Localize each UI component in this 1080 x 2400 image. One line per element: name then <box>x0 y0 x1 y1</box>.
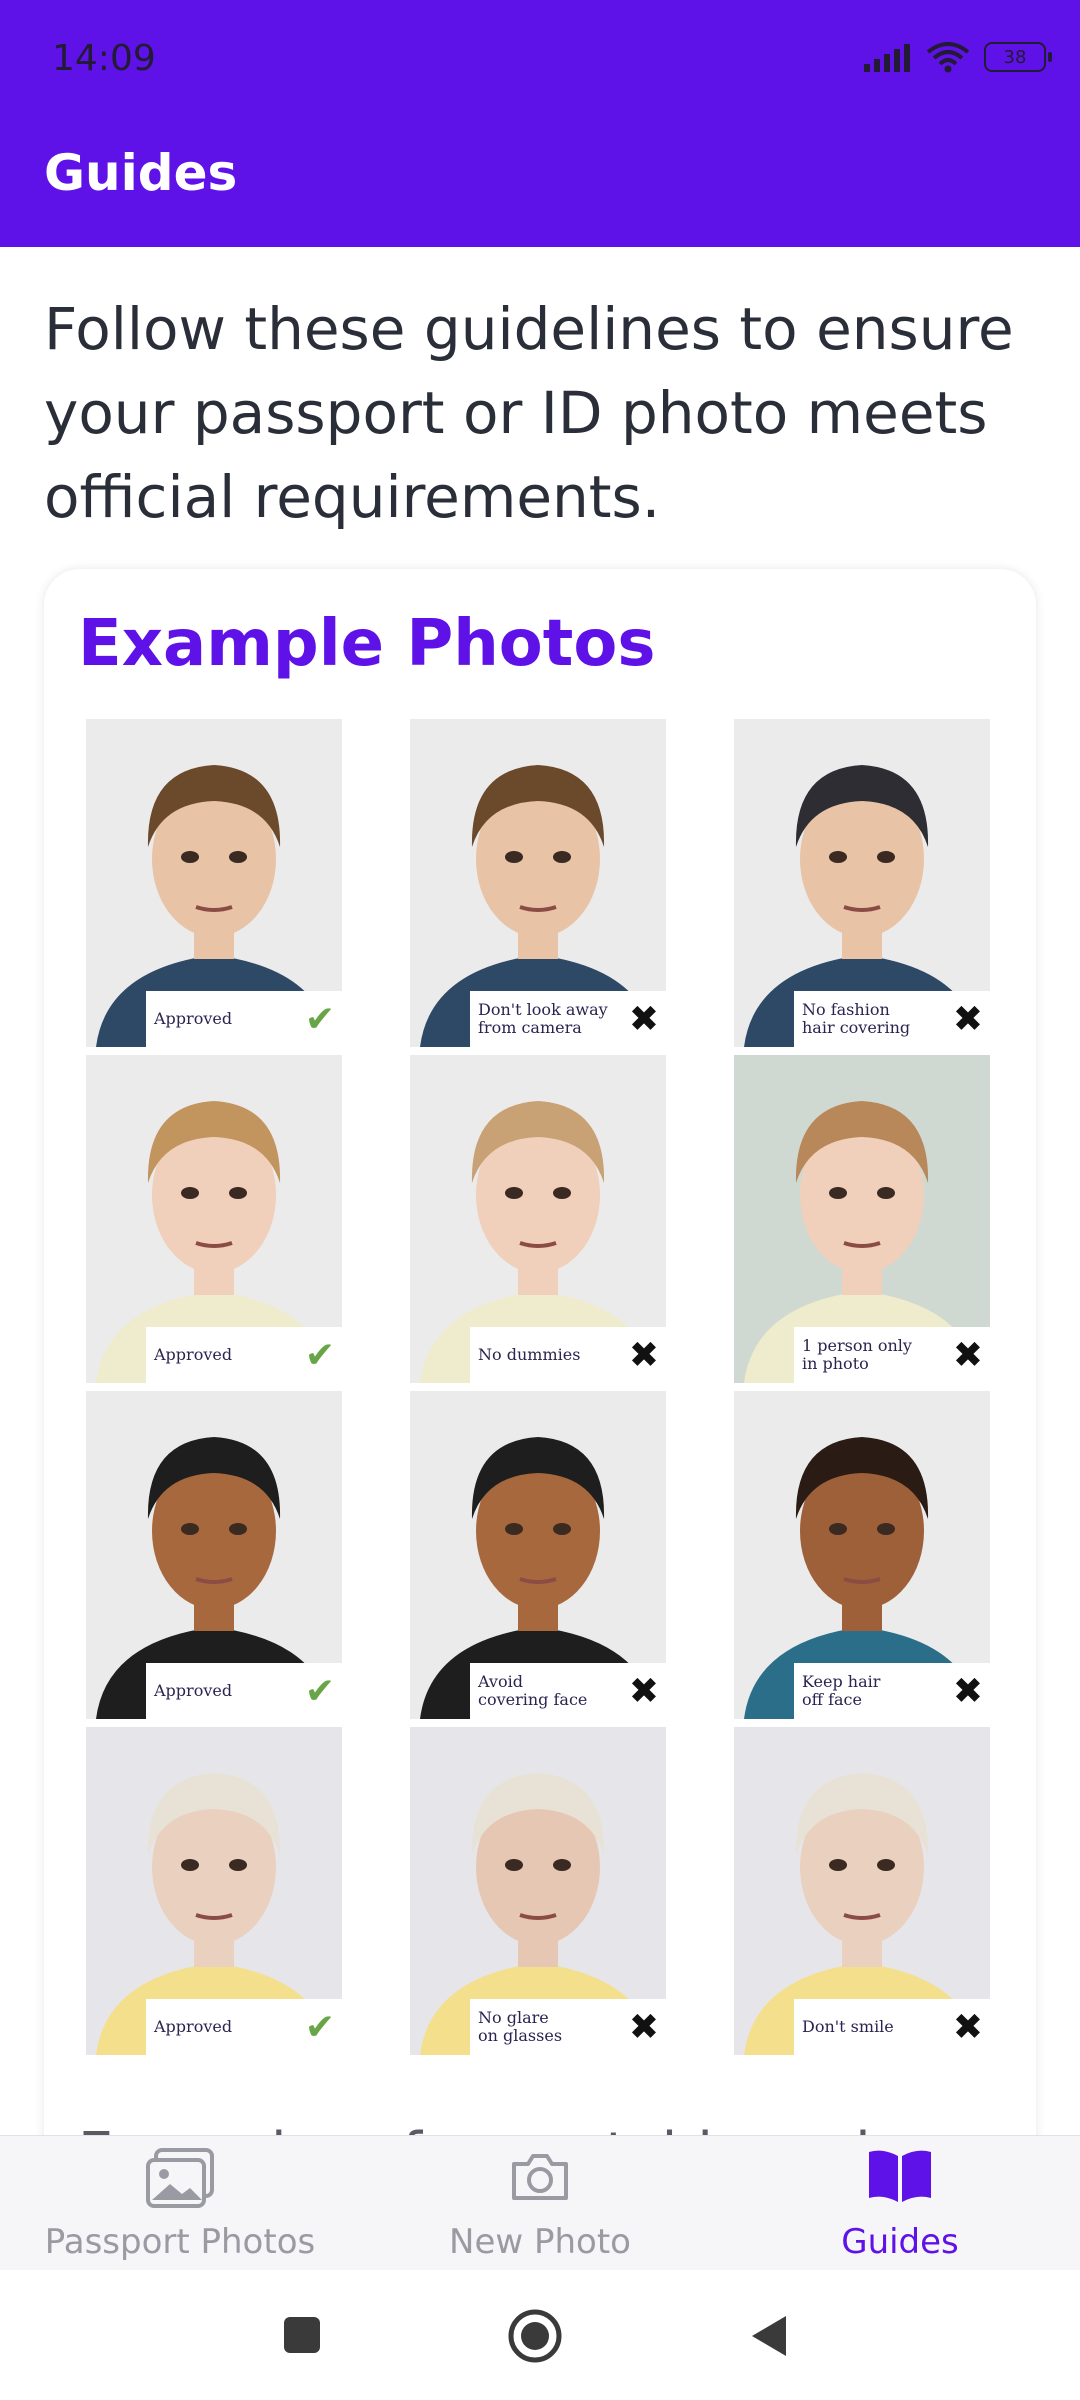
example-photo: Don't smile ✖ <box>734 1727 990 2055</box>
camera-icon <box>512 2154 568 2200</box>
photo-caption: Approved ✔ <box>146 1999 342 2055</box>
battery-level: 38 <box>1003 46 1027 68</box>
nav-label: Guides <box>841 2222 959 2262</box>
photo-caption: Avoid covering face ✖ <box>470 1663 666 1719</box>
nav-label: New Photo <box>449 2222 631 2262</box>
example-photo: Don't look away from camera ✖ <box>410 719 666 1047</box>
photo-caption-label: Approved <box>154 1681 233 1700</box>
photo-caption-label: Don't look away from camera <box>478 1000 608 1037</box>
photo-caption-label: No dummies <box>478 1345 581 1364</box>
photo-caption: 1 person only in photo ✖ <box>794 1327 990 1383</box>
example-photo: Approved ✔ <box>86 1391 342 1719</box>
photo-caption: Don't look away from camera ✖ <box>470 991 666 1047</box>
wifi-icon <box>926 42 970 73</box>
example-photo-grid: Approved ✔ Don't look away from camera ✖ No … <box>86 719 994 2055</box>
photo-caption: Don't smile ✖ <box>794 1999 990 2055</box>
cross-icon: ✖ <box>628 2006 660 2048</box>
check-icon: ✔ <box>304 998 336 1040</box>
check-icon: ✔ <box>304 1334 336 1376</box>
example-photo: Approved ✔ <box>86 719 342 1047</box>
example-photo: Keep hair off face ✖ <box>734 1391 990 1719</box>
photo-caption: Keep hair off face ✖ <box>794 1663 990 1719</box>
photo-caption-label: Keep hair off face <box>802 1672 881 1709</box>
app-bar: Guides <box>0 122 1080 247</box>
section-heading: Examples of acceptable and <box>78 2121 871 2135</box>
book-icon <box>869 2150 931 2202</box>
example-photo: Avoid covering face ✖ <box>410 1391 666 1719</box>
example-photo: Approved ✔ <box>86 1727 342 2055</box>
card-title: Example Photos <box>78 607 656 681</box>
home-icon[interactable] <box>507 2308 563 2364</box>
photo-caption-label: Don't smile <box>802 2017 894 2036</box>
photo-caption: No dummies ✖ <box>470 1327 666 1383</box>
cross-icon: ✖ <box>952 998 984 1040</box>
photo-caption-label: Avoid covering face <box>478 1672 588 1709</box>
cross-icon: ✖ <box>628 1334 660 1376</box>
photo-caption-label: Approved <box>154 1345 233 1364</box>
photo-caption: Approved ✔ <box>146 1663 342 1719</box>
photo-caption-label: No glare on glasses <box>478 2008 563 2045</box>
recents-icon[interactable] <box>282 2315 322 2355</box>
status-bar: 14:09 38 <box>0 0 1080 122</box>
example-photos-card: Example Photos Approved ✔ Don't look away … <box>44 569 1036 2135</box>
example-photo: 1 person only in photo ✖ <box>734 1055 990 1383</box>
guides-content[interactable]: Follow these guidelines to ensure your p… <box>0 247 1080 2135</box>
page-title: Guides <box>44 144 238 202</box>
nav-item-guides[interactable]: Guides <box>720 2136 1080 2271</box>
example-photo: Approved ✔ <box>86 1055 342 1383</box>
signal-icon <box>864 44 910 72</box>
intro-text: Follow these guidelines to ensure your p… <box>44 295 1014 531</box>
nav-item-passport-photos[interactable]: Passport Photos <box>0 2136 360 2271</box>
check-icon: ✔ <box>304 1670 336 1712</box>
photo-caption: No glare on glasses ✖ <box>470 1999 666 2055</box>
cross-icon: ✖ <box>952 1334 984 1376</box>
example-photo: No fashion hair covering ✖ <box>734 719 990 1047</box>
battery-icon: 38 <box>984 42 1052 72</box>
status-time: 14:09 <box>52 38 156 79</box>
image-icon <box>146 2148 214 2208</box>
cross-icon: ✖ <box>628 998 660 1040</box>
example-photo: No dummies ✖ <box>410 1055 666 1383</box>
photo-caption: Approved ✔ <box>146 991 342 1047</box>
nav-item-new-photo[interactable]: New Photo <box>360 2136 720 2271</box>
photo-caption-label: No fashion hair covering <box>802 1000 911 1037</box>
cross-icon: ✖ <box>952 1670 984 1712</box>
cross-icon: ✖ <box>628 1670 660 1712</box>
system-navigation-bar <box>0 2270 1080 2400</box>
nav-label: Passport Photos <box>44 2222 316 2262</box>
photo-caption-label: 1 person only in photo <box>802 1336 912 1373</box>
example-photo: No glare on glasses ✖ <box>410 1727 666 2055</box>
back-icon[interactable] <box>748 2312 790 2360</box>
bottom-navigation: Passport Photos New Photo Guides <box>0 2135 1080 2271</box>
photo-caption: No fashion hair covering ✖ <box>794 991 990 1047</box>
photo-caption: Approved ✔ <box>146 1327 342 1383</box>
check-icon: ✔ <box>304 2006 336 2048</box>
photo-caption-label: Approved <box>154 2017 233 2036</box>
cross-icon: ✖ <box>952 2006 984 2048</box>
photo-caption-label: Approved <box>154 1009 233 1028</box>
